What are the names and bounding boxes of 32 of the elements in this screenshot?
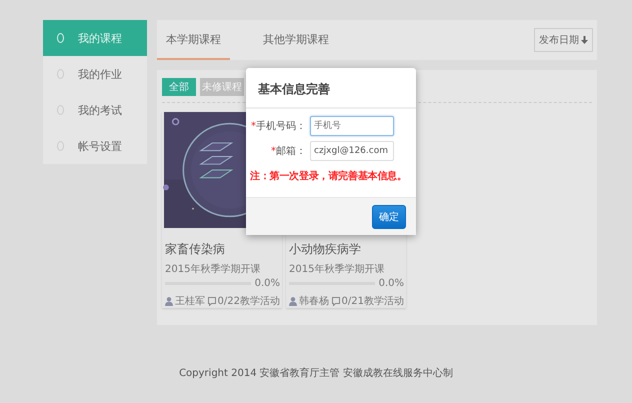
course-term: 2015年秋季学期开课 (289, 264, 384, 275)
sidebar-item[interactable]: 我的考试 (43, 92, 147, 128)
circle-icon (57, 69, 64, 79)
progress-text: 0.0% (254, 278, 280, 289)
person-icon (289, 296, 297, 306)
circle-icon (57, 141, 64, 151)
dialog-title: 基本信息完善 (258, 82, 330, 96)
progress-text: 0.0% (378, 278, 404, 289)
teacher-name: 王桂军 (175, 294, 205, 308)
activity-count: 0/21教学活动 (342, 295, 404, 308)
sidebar-item[interactable]: 帐号设置 (43, 128, 147, 164)
course-term: 2015年秋季学期开课 (165, 264, 260, 275)
arrow-down-icon (581, 36, 588, 44)
chat-icon (332, 296, 340, 306)
tab[interactable]: 本学期课程 (157, 20, 230, 60)
confirm-button[interactable]: 确定 (372, 205, 406, 229)
activity-count: 0/22教学活动 (218, 295, 280, 308)
person-icon (165, 296, 173, 306)
teacher-name: 韩春杨 (299, 294, 329, 308)
tab[interactable]: 其他学期课程 (254, 20, 338, 60)
sidebar-item[interactable]: 我的课程 (43, 20, 147, 56)
input-field[interactable]: czjxgl@126.com (310, 141, 394, 161)
circle-icon (57, 33, 64, 43)
course-title: 家畜传染病 (165, 242, 225, 256)
course-title: 小动物疾病学 (289, 242, 361, 256)
circle-icon (57, 105, 64, 115)
chat-icon (208, 296, 216, 306)
sort-button[interactable]: 发布日期 (534, 28, 593, 52)
sidebar-item[interactable]: 我的作业 (43, 56, 147, 92)
copyright-text: Copyright 2014 安徽省教育厅主管 安徽成教在线服务中心制 (179, 368, 453, 379)
filter-button[interactable]: 全部 (162, 78, 196, 96)
input-field[interactable]: 手机号 (310, 116, 394, 136)
